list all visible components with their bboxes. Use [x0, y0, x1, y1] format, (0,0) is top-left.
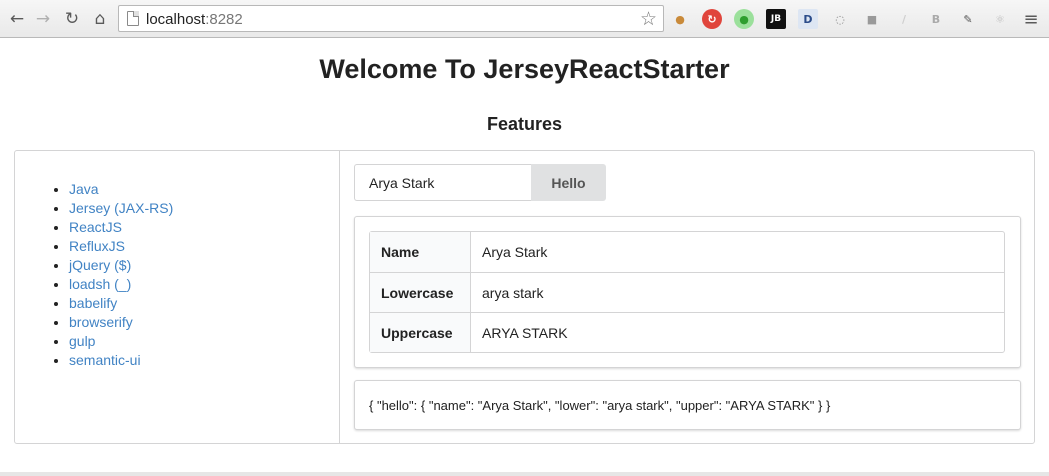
url-port: :8282: [205, 11, 243, 28]
bookmark-star-icon[interactable]: ☆: [640, 8, 657, 30]
react-extension-icon[interactable]: ⚛: [990, 9, 1010, 29]
feature-item: loadsh (_): [69, 275, 173, 294]
feature-link[interactable]: loadsh (_): [69, 276, 131, 292]
result-table-segment: Name Arya Stark Lowercase arya stark Upp…: [354, 216, 1021, 368]
address-bar[interactable]: localhost:8282 ☆: [118, 5, 664, 32]
red-extension-icon[interactable]: ↻: [702, 9, 722, 29]
feature-link[interactable]: ReactJS: [69, 219, 122, 235]
feature-item: jQuery ($): [69, 256, 173, 275]
row-value: Arya Stark: [482, 244, 548, 260]
json-output: { "hello": { "name": "Arya Stark", "lowe…: [369, 398, 831, 413]
name-input[interactable]: [354, 164, 532, 201]
reload-icon[interactable]: ↻: [61, 8, 83, 30]
pencil-extension-icon[interactable]: ✎: [958, 9, 978, 29]
table-row: Lowercase arya stark: [370, 272, 1004, 312]
feature-item: gulp: [69, 332, 173, 351]
green-extension-icon[interactable]: ●: [734, 9, 754, 29]
row-label: Lowercase: [370, 272, 471, 312]
feature-link[interactable]: jQuery ($): [69, 257, 131, 273]
feature-link[interactable]: RefluxJS: [69, 238, 125, 254]
ring-extension-icon[interactable]: ◌: [830, 9, 850, 29]
row-label: Name: [370, 232, 471, 272]
result-table: Name Arya Stark Lowercase arya stark Upp…: [369, 231, 1005, 353]
feature-item: semantic-ui: [69, 351, 173, 370]
row-value: ARYA STARK: [471, 312, 1004, 352]
url-host: localhost: [146, 11, 206, 28]
browser-toolbar: ← → ↻ ⌂ localhost:8282 ☆ ● ↻ ● JB D ◌ ■ / B ✎ ⚛ ≡: [0, 0, 1049, 38]
feature-link[interactable]: Java: [69, 181, 99, 197]
table-row: Uppercase ARYA STARK: [370, 312, 1004, 352]
feature-link[interactable]: gulp: [69, 333, 95, 349]
b-extension-icon[interactable]: B: [926, 9, 946, 29]
jb-extension-icon[interactable]: JB: [766, 9, 786, 29]
feather-extension-icon[interactable]: /: [894, 9, 914, 29]
feature-item: ReactJS: [69, 218, 173, 237]
features-column: Java Jersey (JAX-RS) ReactJS RefluxJS jQ…: [15, 151, 340, 443]
home-icon[interactable]: ⌂: [89, 8, 111, 30]
of-extension-icon[interactable]: D: [798, 9, 818, 29]
feature-link[interactable]: semantic-ui: [69, 352, 141, 368]
feature-item: Java: [69, 180, 173, 199]
feature-item: browserify: [69, 313, 173, 332]
feature-list: Java Jersey (JAX-RS) ReactJS RefluxJS jQ…: [69, 180, 173, 370]
feature-link[interactable]: babelify: [69, 295, 117, 311]
cookie-extension-icon[interactable]: ●: [670, 9, 690, 29]
feature-item: Jersey (JAX-RS): [69, 199, 173, 218]
menu-icon[interactable]: ≡: [1020, 8, 1042, 30]
features-grid: Java Jersey (JAX-RS) ReactJS RefluxJS jQ…: [14, 150, 1035, 444]
json-output-segment: { "hello": { "name": "Arya Stark", "lowe…: [354, 380, 1021, 430]
feature-item: RefluxJS: [69, 237, 173, 256]
hello-form: Hello: [354, 164, 606, 201]
feature-link[interactable]: Jersey (JAX-RS): [69, 200, 173, 216]
section-title: Features: [486, 114, 563, 134]
back-icon[interactable]: ←: [6, 8, 28, 30]
page-title: Welcome To JerseyReactStarter: [319, 54, 730, 84]
url-text[interactable]: localhost:8282: [146, 11, 243, 28]
page-bottom-edge: [0, 472, 1049, 476]
page-icon: [127, 11, 139, 26]
table-row: Name Arya Stark: [370, 232, 1004, 272]
row-label: Uppercase: [370, 312, 471, 352]
feature-item: babelify: [69, 294, 173, 313]
grey-extension-icon[interactable]: ■: [862, 9, 882, 29]
row-value: arya stark: [471, 272, 1004, 312]
hello-button[interactable]: Hello: [531, 164, 606, 201]
forward-icon[interactable]: →: [32, 8, 54, 30]
feature-link[interactable]: browserify: [69, 314, 133, 330]
